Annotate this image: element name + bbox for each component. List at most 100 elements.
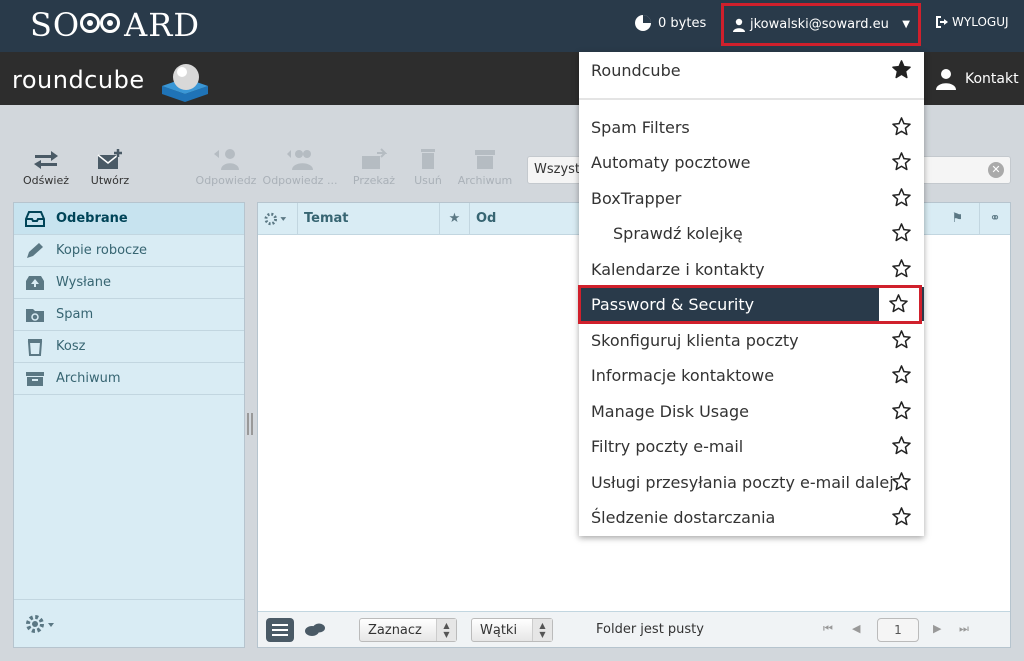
archive-icon bbox=[24, 370, 46, 388]
archive-button[interactable]: Archiwum bbox=[450, 148, 520, 194]
roundcube-logo[interactable]: roundcube bbox=[12, 66, 145, 94]
last-page-icon[interactable]: ⏭ bbox=[959, 622, 969, 636]
column-attachment[interactable]: ⚭ bbox=[980, 203, 1010, 234]
folder-spam[interactable]: Spam bbox=[14, 299, 244, 331]
star-outline-icon[interactable] bbox=[892, 436, 911, 455]
star-filled-icon[interactable] bbox=[892, 60, 911, 79]
star-outline-icon[interactable] bbox=[892, 365, 911, 384]
column-from-label: Od bbox=[476, 211, 497, 226]
folder-archive[interactable]: Archiwum bbox=[14, 363, 244, 395]
folder-drafts[interactable]: Kopie robocze bbox=[14, 235, 244, 267]
column-flag[interactable]: ⚑ bbox=[936, 203, 980, 234]
reply-icon bbox=[214, 149, 239, 170]
search-scope[interactable]: Wszyst bbox=[534, 162, 580, 177]
star-outline-icon[interactable] bbox=[892, 188, 911, 207]
threads-view-icon[interactable] bbox=[304, 622, 326, 638]
star-outline-icon[interactable] bbox=[892, 259, 911, 278]
star-outline-icon[interactable] bbox=[892, 401, 911, 420]
first-page-icon[interactable]: ⏮ bbox=[823, 622, 833, 636]
folder-label: Archiwum bbox=[56, 371, 121, 386]
menu-item-label: Sprawdź kolejkę bbox=[613, 223, 743, 243]
delete-button[interactable]: Usuń bbox=[406, 148, 450, 194]
menu-item-skonfiguruj-klienta-poczty[interactable]: Skonfiguruj klienta poczty bbox=[579, 323, 924, 357]
threads-dropdown[interactable]: Wątki ▲ ▼ bbox=[471, 618, 553, 642]
user-icon bbox=[733, 18, 745, 32]
user-email: jkowalski@soward.eu bbox=[750, 17, 889, 32]
logout-button[interactable]: WYLOGUJ bbox=[934, 15, 1009, 29]
star-outline-icon[interactable] bbox=[892, 152, 911, 171]
pane-splitter[interactable] bbox=[247, 413, 253, 435]
reply-button[interactable]: Odpowiedz bbox=[194, 148, 258, 194]
spam-icon bbox=[24, 306, 46, 324]
page-number[interactable]: 1 bbox=[877, 618, 919, 642]
refresh-button[interactable]: Odśwież bbox=[14, 148, 78, 194]
contacts-link[interactable]: Kontakt bbox=[935, 68, 1019, 90]
folders-footer bbox=[14, 599, 244, 647]
column-flag-star[interactable]: ★ bbox=[440, 203, 470, 234]
folder-inbox[interactable]: Odebrane bbox=[14, 203, 244, 235]
star-icon: ★ bbox=[448, 211, 461, 226]
reply-all-button[interactable]: Odpowiedz ... bbox=[258, 148, 342, 194]
forward-icon bbox=[362, 148, 387, 169]
user-menu-button[interactable]: jkowalski@soward.eu ▼ bbox=[721, 3, 921, 46]
star-outline-icon[interactable] bbox=[892, 507, 911, 526]
menu-item-label: Roundcube bbox=[591, 60, 681, 80]
menu-item-roundcube[interactable]: Roundcube bbox=[579, 53, 924, 87]
menu-item-label: Kalendarze i kontakty bbox=[591, 259, 765, 279]
menu-item-boxtrapper[interactable]: BoxTrapper bbox=[579, 181, 924, 215]
prev-page-icon[interactable]: ◀ bbox=[852, 622, 860, 635]
folder-label: Spam bbox=[56, 307, 94, 322]
roundcube-cube-icon bbox=[162, 64, 208, 102]
select-dropdown[interactable]: Zaznacz ▲ ▼ bbox=[359, 618, 457, 642]
menu-item-filtry-poczty-e-mail[interactable]: Filtry poczty e-mail bbox=[579, 429, 924, 463]
folder-sent[interactable]: Wysłane bbox=[14, 267, 244, 299]
compose-icon bbox=[97, 149, 122, 169]
reply-all-icon bbox=[287, 150, 313, 170]
forward-button[interactable]: Przekaż bbox=[342, 148, 406, 194]
list-view-icon[interactable] bbox=[266, 618, 294, 642]
folder-label: Kosz bbox=[56, 339, 86, 354]
menu-item-label: Automaty pocztowe bbox=[591, 152, 751, 172]
menu-item-sprawdz-kolejke[interactable]: Sprawdź kolejkę bbox=[579, 216, 924, 250]
menu-item-s-ledzenie-dostarczania[interactable]: Śledzenie dostarczania bbox=[579, 500, 924, 534]
star-outline-icon[interactable] bbox=[889, 294, 908, 313]
column-subject[interactable]: Temat bbox=[298, 203, 440, 234]
trash-icon bbox=[421, 149, 435, 169]
list-options-button[interactable] bbox=[258, 203, 298, 234]
disk-usage: 0 bytes bbox=[634, 14, 706, 32]
column-subject-label: Temat bbox=[304, 211, 349, 226]
menu-item-us-ugi-przesy-ania-poczty-e-mail-dalej[interactable]: Usługi przesyłania poczty e-mail dalej bbox=[579, 465, 924, 499]
star-outline-icon[interactable] bbox=[892, 117, 911, 136]
menu-item-label: Manage Disk Usage bbox=[591, 401, 749, 421]
clear-search-icon[interactable]: ✕ bbox=[988, 162, 1004, 178]
archive-label: Archiwum bbox=[457, 174, 513, 187]
gear-icon[interactable] bbox=[24, 613, 60, 635]
folder-trash[interactable]: Kosz bbox=[14, 331, 244, 363]
compose-button[interactable]: Utwórz bbox=[78, 148, 142, 194]
star-outline-icon[interactable] bbox=[892, 223, 911, 242]
pie-chart-icon bbox=[635, 15, 651, 31]
menu-item-manage-disk-usage[interactable]: Manage Disk Usage bbox=[579, 394, 924, 428]
folder-label: Kopie robocze bbox=[56, 243, 148, 258]
soward-logo[interactable]: SO ARD bbox=[30, 6, 200, 44]
menu-item-spam-filters[interactable]: Spam Filters bbox=[579, 110, 924, 144]
menu-item-automaty-pocztowe[interactable]: Automaty pocztowe bbox=[579, 145, 924, 179]
menu-item-password-security[interactable]: Password & Security bbox=[579, 287, 924, 321]
refresh-icon bbox=[34, 151, 58, 169]
star-wrap bbox=[879, 287, 919, 321]
menu-item-label: Skonfiguruj klienta poczty bbox=[591, 330, 799, 350]
menu-item-informacje-kontaktowe[interactable]: Informacje kontaktowe bbox=[579, 358, 924, 392]
star-outline-icon[interactable] bbox=[892, 472, 911, 491]
reply-all-label: Odpowiedz ... bbox=[262, 174, 338, 187]
menu-item-kalendarze-i-kontakty[interactable]: Kalendarze i kontakty bbox=[579, 252, 924, 286]
next-page-icon[interactable]: ▶ bbox=[933, 622, 941, 635]
updown-icon: ▲ ▼ bbox=[532, 619, 552, 641]
logout-label: WYLOGUJ bbox=[952, 15, 1009, 29]
paperclip-icon: ⚭ bbox=[989, 211, 1001, 226]
star-outline-icon[interactable] bbox=[892, 330, 911, 349]
contacts-icon bbox=[936, 69, 956, 90]
sent-icon bbox=[24, 274, 46, 292]
trash-icon bbox=[24, 338, 46, 356]
caret-down-icon: ▼ bbox=[902, 19, 910, 30]
